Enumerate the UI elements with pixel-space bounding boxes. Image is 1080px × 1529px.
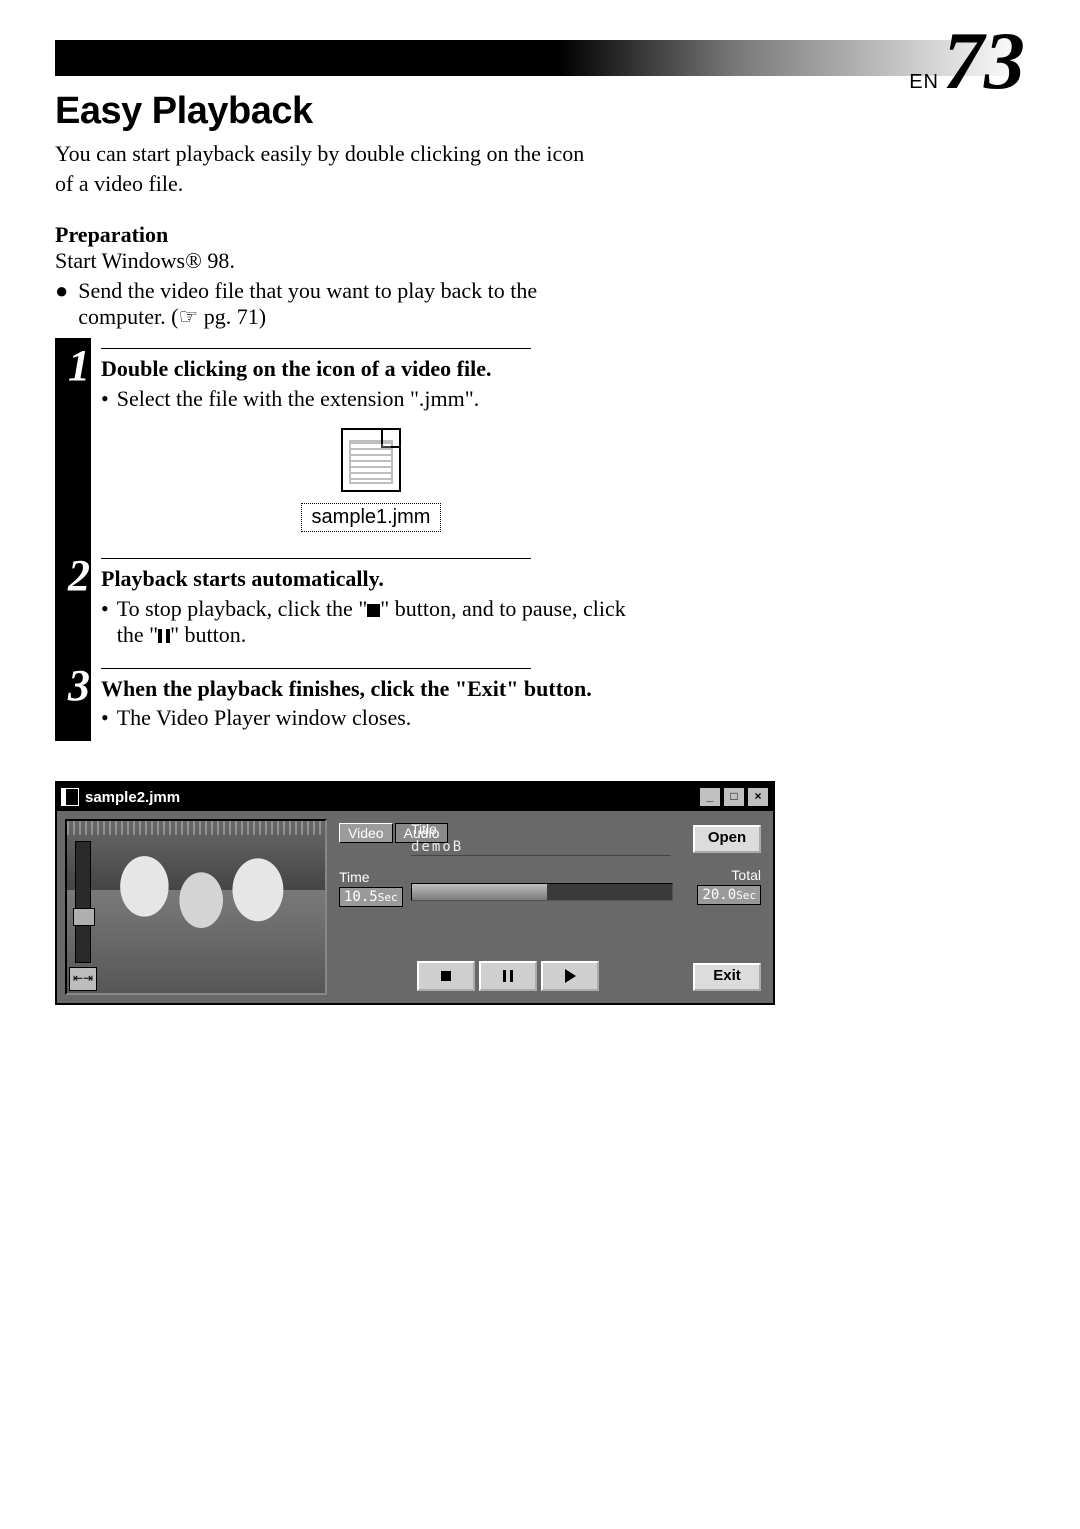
video-frame-image	[67, 821, 325, 993]
open-button[interactable]: Open	[693, 825, 761, 853]
steps-list: 1 Double clicking on the icon of a video…	[55, 338, 641, 741]
total-value: 20.0Sec	[697, 885, 761, 905]
section-title: Easy Playback	[55, 90, 1025, 133]
window-title: sample2.jmm	[85, 789, 697, 806]
title-value: demoB	[411, 839, 463, 855]
total-label: Total	[697, 867, 761, 883]
preparation-heading: Preparation	[55, 222, 1025, 248]
maximize-button[interactable]: □	[723, 787, 745, 807]
time-value: 10.5Sec	[339, 887, 403, 907]
preparation-line: Start Windows® 98.	[55, 248, 1025, 274]
step-2: 2 Playback starts automatically. • To st…	[101, 548, 641, 658]
time-label: Time	[339, 869, 403, 885]
close-button[interactable]: ×	[747, 787, 769, 807]
exit-button[interactable]: Exit	[693, 963, 761, 991]
volume-slider-thumb[interactable]	[73, 908, 95, 926]
app-icon	[61, 788, 79, 806]
minimize-button[interactable]: _	[699, 787, 721, 807]
page-number: 73	[943, 28, 1025, 94]
aux-button[interactable]: ⇤⇥	[69, 967, 97, 991]
tab-video[interactable]: Video	[339, 823, 393, 843]
progress-track[interactable]	[411, 883, 673, 901]
controls-panel: Video Audio Title demoB Open Time 10.5Se…	[339, 819, 765, 995]
step-number: 1	[61, 344, 97, 388]
step-3-head: When the playback finishes, click the "E…	[101, 675, 641, 704]
stop-icon	[367, 604, 380, 617]
bullet-icon: •	[101, 596, 109, 648]
video-viewport: ⇤⇥	[65, 819, 327, 995]
step-1-body: Select the file with the extension ".jmm…	[117, 386, 480, 412]
file-icon[interactable]	[341, 428, 401, 492]
bullet-icon: •	[101, 386, 109, 412]
title-label: Title	[411, 821, 437, 837]
video-player-window: sample2.jmm _ □ × ⇤⇥ Video Audio Title	[55, 781, 775, 1005]
bullet-icon: •	[101, 705, 109, 731]
play-button[interactable]	[541, 961, 599, 991]
intro-text: You can start playback easily by double …	[55, 139, 595, 198]
step-number: 2	[61, 554, 97, 598]
preparation-block: Preparation Start Windows® 98. ● Send th…	[55, 222, 1025, 330]
file-label[interactable]: sample1.jmm	[301, 503, 442, 532]
step-1: 1 Double clicking on the icon of a video…	[101, 338, 641, 548]
step-3-body: The Video Player window closes.	[117, 705, 412, 731]
page-lang-label: EN	[909, 71, 939, 94]
step-2-head: Playback starts automatically.	[101, 565, 641, 594]
pause-icon	[158, 629, 170, 643]
volume-slider-track[interactable]	[75, 841, 91, 963]
step-1-head: Double clicking on the icon of a video f…	[101, 355, 641, 384]
step-number: 3	[61, 664, 97, 708]
pause-icon	[503, 970, 513, 982]
preparation-bullet: Send the video file that you want to pla…	[78, 278, 595, 330]
stop-icon	[441, 971, 451, 981]
bullet-icon: ●	[55, 278, 68, 304]
window-titlebar[interactable]: sample2.jmm _ □ ×	[57, 783, 773, 811]
progress-fill	[412, 884, 547, 900]
step-2-body: To stop playback, click the "" button, a…	[117, 596, 641, 648]
pause-button[interactable]	[479, 961, 537, 991]
header-bar: EN 73	[55, 40, 1025, 76]
stop-button[interactable]	[417, 961, 475, 991]
step-3: 3 When the playback finishes, click the …	[101, 658, 641, 742]
play-icon	[565, 969, 576, 983]
